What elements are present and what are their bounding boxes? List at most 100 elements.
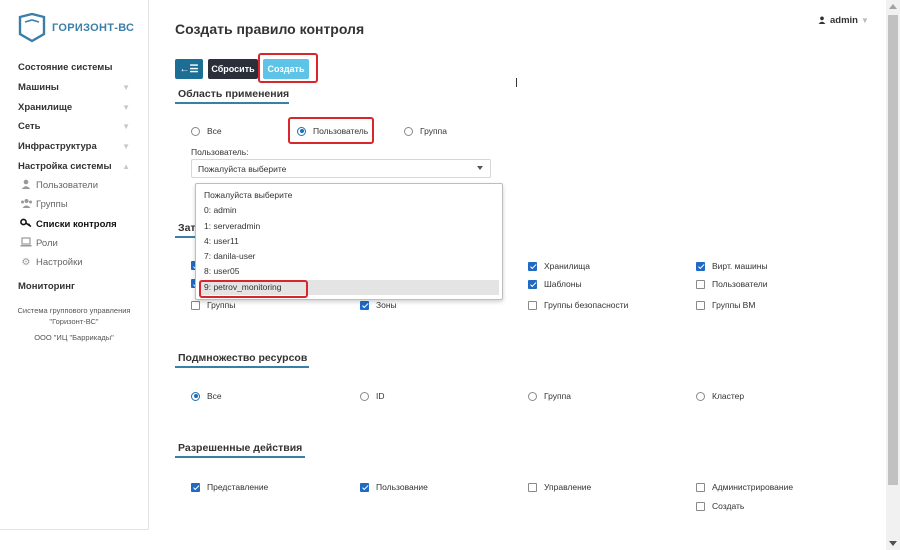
dropdown-option[interactable]: 8: user05 — [196, 264, 502, 279]
sidebar-item-monitoring[interactable]: Мониторинг — [18, 281, 75, 292]
logo-icon — [18, 13, 46, 43]
sidebar-subitem-settings[interactable]: ⚙ Настройки — [0, 253, 148, 272]
checkbox-label: Хранилища — [544, 261, 590, 271]
laptop-icon — [19, 237, 33, 250]
scope-option-group[interactable]: Группа — [404, 126, 447, 136]
footer-line: "Горизонт-ВС" — [49, 317, 99, 326]
checkbox-templates[interactable]: Шаблоны — [528, 279, 582, 289]
action-use[interactable]: Пользование — [360, 482, 428, 492]
option-label: Группа — [544, 391, 571, 401]
section-underline — [175, 102, 289, 104]
sidebar-subitem-label: Пользователи — [36, 180, 99, 192]
chevron-down-icon: ▼ — [122, 142, 130, 152]
checkbox[interactable] — [191, 300, 200, 310]
dropdown-option[interactable]: 1: serveradmin — [196, 219, 502, 234]
page-title: Создать правило контроля — [175, 21, 365, 37]
checkbox[interactable] — [360, 300, 369, 310]
checkbox-vm-groups[interactable]: Группы ВМ — [696, 300, 755, 310]
action-admin[interactable]: Администрирование — [696, 482, 793, 492]
sidebar-item-network[interactable]: Сеть ▼ — [0, 117, 148, 137]
radio-button[interactable] — [360, 391, 369, 401]
option-label: Все — [207, 391, 222, 401]
subset-option-id[interactable]: ID — [360, 391, 385, 401]
checkbox[interactable] — [696, 501, 705, 511]
checkbox-groups[interactable]: Группы — [191, 300, 235, 310]
checkbox-security-groups[interactable]: Группы безопасности — [528, 300, 628, 310]
checkbox[interactable] — [528, 482, 537, 492]
chevron-up-icon: ▲ — [122, 161, 130, 171]
radio-button[interactable] — [696, 391, 705, 401]
chevron-down-icon: ▼ — [122, 102, 130, 112]
reset-button[interactable]: Сбросить — [208, 59, 258, 79]
sidebar-item-system-state[interactable]: Состояние системы — [0, 58, 148, 78]
sidebar-item-storage[interactable]: Хранилище ▼ — [0, 97, 148, 117]
highlight-user-option — [288, 117, 374, 144]
checkbox-label: Группы безопасности — [544, 300, 629, 310]
key-icon — [19, 218, 33, 231]
user-menu[interactable]: admin ▼ — [818, 15, 869, 26]
sidebar-item-machines[interactable]: Машины ▼ — [0, 78, 148, 98]
section-underline — [175, 236, 195, 238]
action-create[interactable]: Создать — [696, 501, 744, 511]
radio-button[interactable] — [528, 391, 537, 401]
subset-option-all[interactable]: Все — [191, 391, 222, 401]
action-view[interactable]: Представление — [191, 482, 268, 492]
scroll-down-icon[interactable] — [889, 541, 897, 546]
dropdown-option[interactable]: 4: user11 — [196, 234, 502, 249]
sidebar-item-label: Состояние системы — [18, 62, 113, 74]
checkbox[interactable] — [191, 482, 200, 492]
checkbox-zones[interactable]: Зоны — [360, 300, 397, 310]
checkbox[interactable] — [696, 261, 705, 271]
checkbox[interactable] — [528, 261, 537, 271]
sidebar-item-infrastructure[interactable]: Инфраструктура ▼ — [0, 137, 148, 157]
checkbox[interactable] — [528, 279, 537, 289]
chevron-down-icon: ▼ — [122, 122, 130, 132]
scroll-up-icon[interactable] — [889, 4, 897, 9]
sidebar-subitem-groups[interactable]: Группы — [0, 195, 148, 214]
footer-line: Система группового управления — [17, 306, 131, 315]
checkbox-label: Шаблоны — [544, 279, 582, 289]
checkbox-vms[interactable]: Вирт. машины — [696, 261, 768, 271]
user-icon — [19, 179, 33, 192]
checkbox[interactable] — [696, 300, 705, 310]
sidebar-subitem-acl[interactable]: Списки контроля — [0, 215, 148, 234]
back-list-icon: ←☰ — [179, 63, 199, 75]
text-cursor — [516, 78, 517, 87]
sidebar-subitem-label: Списки контроля — [36, 218, 117, 230]
user-icon — [818, 16, 826, 24]
scope-option-all[interactable]: Все — [191, 126, 222, 136]
sidebar-subitem-users[interactable]: Пользователи — [0, 176, 148, 195]
radio-button[interactable] — [191, 126, 200, 136]
radio-button[interactable] — [404, 126, 413, 136]
sidebar-subitem-label: Настройки — [36, 256, 83, 268]
checkbox-label: Администрирование — [712, 482, 794, 492]
checkbox-label: Группы — [207, 300, 236, 310]
checkbox-label: Создать — [712, 501, 745, 511]
sidebar-subitem-roles[interactable]: Роли — [0, 234, 148, 253]
checkbox[interactable] — [696, 482, 705, 492]
dropdown-option[interactable]: Пожалуйста выберите — [196, 188, 502, 203]
checkbox-storages[interactable]: Хранилища — [528, 261, 590, 271]
back-button[interactable]: ←☰ — [175, 59, 203, 79]
scrollbar-thumb[interactable] — [888, 15, 898, 485]
option-label: Все — [207, 126, 222, 136]
subset-option-group[interactable]: Группа — [528, 391, 571, 401]
dropdown-option[interactable]: 0: admin — [196, 203, 502, 218]
checkbox[interactable] — [696, 279, 705, 289]
sidebar-item-label: Хранилище — [18, 101, 73, 113]
action-manage[interactable]: Управление — [528, 482, 591, 492]
user-select[interactable]: Пожалуйста выберите — [191, 159, 491, 178]
radio-button-selected[interactable] — [191, 391, 200, 401]
checkbox[interactable] — [360, 482, 369, 492]
logo[interactable]: ГОРИЗОНТ-ВС — [18, 13, 134, 43]
dropdown-option[interactable]: 7: danila-user — [196, 249, 502, 264]
sidebar-item-system-settings[interactable]: Настройка системы ▲ — [0, 156, 148, 176]
section-title-actions: Разрешенные действия — [178, 442, 303, 454]
checkbox[interactable] — [528, 300, 537, 310]
checkbox-label: Группы ВМ — [712, 300, 756, 310]
checkbox-label: Пользование — [376, 482, 428, 492]
checkbox-users[interactable]: Пользователи — [696, 279, 767, 289]
sidebar: ГОРИЗОНТ-ВС Состояние системы Машины ▼ Х… — [0, 0, 149, 530]
checkbox-label: Зоны — [376, 300, 397, 310]
subset-option-cluster[interactable]: Кластер — [696, 391, 744, 401]
